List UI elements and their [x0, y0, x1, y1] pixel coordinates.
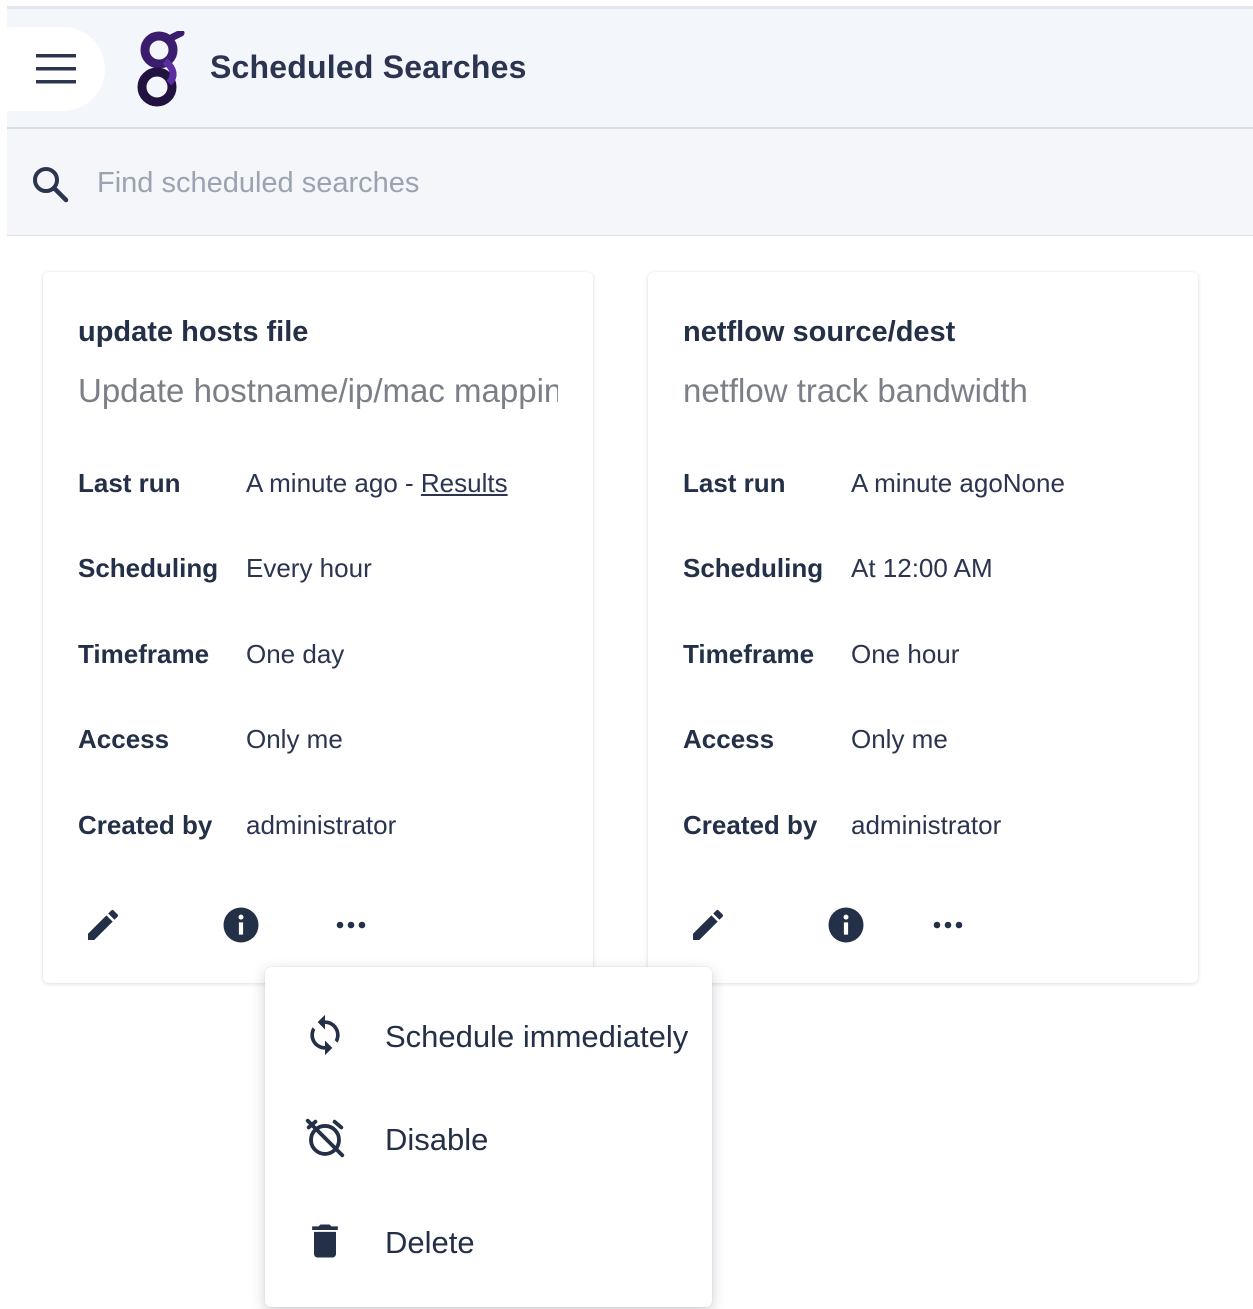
- more-options-button[interactable]: [326, 900, 376, 950]
- field-label: Access: [683, 724, 775, 754]
- menu-item-label: Disable: [385, 1122, 489, 1157]
- more-options-button[interactable]: [923, 900, 973, 950]
- alarm-off-icon: [301, 1114, 349, 1162]
- field-label: Scheduling: [78, 553, 219, 583]
- edit-button[interactable]: [683, 900, 733, 950]
- card-description: Update hostname/ip/mac mapping: [78, 372, 558, 409]
- gravwell-logo: [137, 31, 185, 107]
- edit-button[interactable]: [78, 900, 128, 950]
- field-label: Timeframe: [683, 639, 815, 669]
- menu-button[interactable]: [7, 27, 105, 111]
- field-value: Only me: [851, 724, 948, 754]
- info-icon: [223, 907, 259, 943]
- more-horiz-icon: [933, 921, 963, 929]
- menu-item-label: Schedule immediately: [385, 1019, 689, 1054]
- field-value: Only me: [246, 724, 343, 754]
- info-icon: [828, 907, 864, 943]
- sync-icon: [301, 1011, 349, 1059]
- search-input[interactable]: [95, 157, 999, 209]
- field-value: administrator: [246, 810, 397, 840]
- scheduled-search-card: netflow source/dest netflow track bandwi…: [648, 272, 1198, 983]
- app-bar: Scheduled Searches: [7, 9, 1253, 129]
- pencil-icon: [693, 909, 724, 940]
- field-label: Scheduling: [683, 553, 824, 583]
- field-label: Created by: [78, 810, 213, 840]
- more-options-menu: Schedule immediately Disable Delete: [265, 967, 712, 1307]
- field-value: administrator: [851, 810, 1002, 840]
- results-link[interactable]: Results: [421, 468, 508, 498]
- field-value: A minute ago - Results: [246, 468, 508, 499]
- menu-item-label: Delete: [385, 1225, 475, 1260]
- field-label: Last run: [683, 468, 786, 498]
- info-button[interactable]: [821, 900, 871, 950]
- field-value: At 12:00 AM: [851, 553, 993, 583]
- search-icon: [33, 167, 69, 203]
- menu-item-disable[interactable]: Disable: [265, 1090, 712, 1186]
- page-title: Scheduled Searches: [210, 49, 527, 85]
- menu-item-schedule-immediately[interactable]: Schedule immediately: [265, 987, 712, 1083]
- trash-icon: [301, 1217, 349, 1265]
- field-value: One hour: [851, 639, 960, 669]
- field-value: One day: [246, 639, 345, 669]
- scheduled-search-card: update hosts file Update hostname/ip/mac…: [43, 272, 593, 983]
- last-run-text: A minute ago -: [246, 468, 421, 498]
- card-title[interactable]: update hosts file: [78, 316, 308, 349]
- field-label: Timeframe: [78, 639, 210, 669]
- field-value: A minute agoNone: [851, 468, 1065, 498]
- info-button[interactable]: [216, 900, 266, 950]
- field-label: Access: [78, 724, 170, 754]
- more-horiz-icon: [336, 921, 366, 929]
- card-description: netflow track bandwidth: [683, 372, 1028, 409]
- search-bar: [7, 129, 1253, 236]
- hamburger-menu-icon: [36, 54, 76, 84]
- field-value: Every hour: [246, 553, 372, 583]
- menu-item-delete[interactable]: Delete: [265, 1193, 712, 1289]
- pencil-icon: [88, 909, 119, 940]
- field-label: Last run: [78, 468, 181, 498]
- field-label: Created by: [683, 810, 818, 840]
- card-title[interactable]: netflow source/dest: [683, 316, 955, 349]
